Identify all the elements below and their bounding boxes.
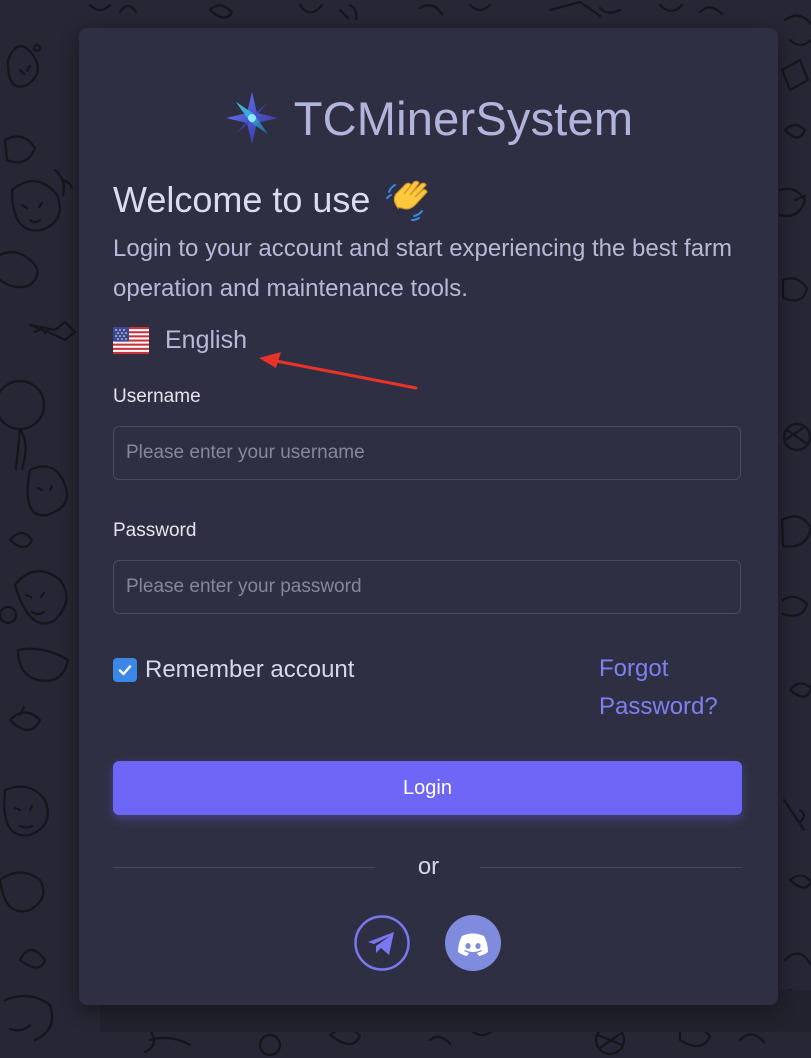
telegram-icon [354,915,410,971]
annotation-arrow-icon [259,352,418,390]
discord-icon [458,933,488,956]
divider-line-right [480,867,742,868]
password-label: Password [113,520,197,541]
remember-account-label: Remember account [145,656,355,683]
checkbox-checked-icon[interactable] [113,658,137,682]
language-selector[interactable]: English [113,326,247,355]
discord-login-button[interactable] [445,915,501,971]
username-input[interactable] [113,426,741,480]
remember-account-toggle[interactable]: Remember account [113,656,354,684]
compass-star-logo [225,92,278,144]
login-button[interactable]: Login [113,761,742,815]
login-card: TCMinerSystem Welcome to use Login to yo… [79,28,778,1005]
telegram-login-button[interactable] [354,915,410,971]
username-label: Username [113,386,201,407]
us-flag-icon [113,327,149,354]
welcome-subtitle: Login to your account and start experien… [113,235,733,302]
welcome-title: Welcome to use [113,179,371,220]
brand-header: TCMinerSystem [79,90,778,146]
language-label: English [165,326,247,354]
welcome-heading: Welcome to use [113,178,429,222]
password-input[interactable] [113,560,741,614]
waving-hand-icon [386,180,429,221]
brand-name: TCMinerSystem [293,91,634,145]
forgot-password-link[interactable]: Forgot Password? [599,650,739,726]
